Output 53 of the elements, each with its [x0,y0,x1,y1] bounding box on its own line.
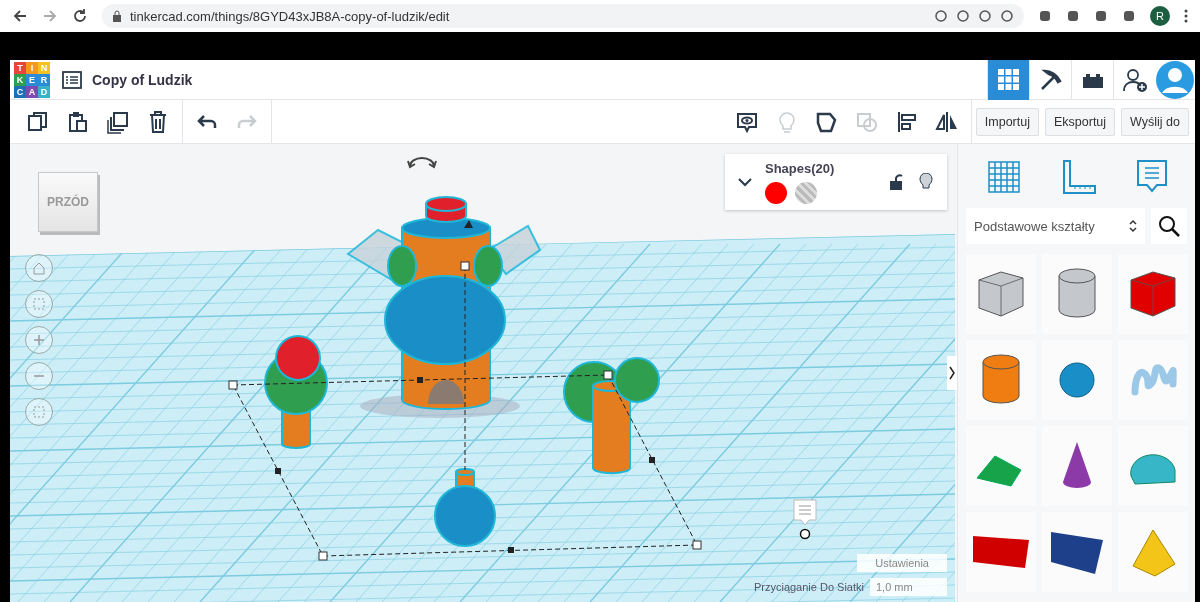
lightbulb-icon[interactable] [919,173,933,191]
shape-tile[interactable] [966,426,1036,506]
address-bar[interactable]: tinkercad.com/things/8GYD43xJB8A-copy-of-ludzik/edit [102,4,1024,28]
shape-tile[interactable] [1118,340,1188,420]
url-text: tinkercad.com/things/8GYD43xJB8A-copy-of-ludzik/edit [130,8,450,24]
profile-avatar[interactable]: R [1150,6,1170,26]
settings-button[interactable]: Ustawienia [857,554,947,572]
grid-icon[interactable] [996,67,1021,92]
shape-tile[interactable] [1042,512,1112,592]
shape-tile[interactable] [1042,254,1112,334]
copy-icon[interactable] [26,109,50,134]
grid-icon[interactable] [985,159,1022,195]
shape-tile[interactable] [1118,512,1188,592]
design-title[interactable]: Copy of Ludzik [92,71,987,88]
panel-toggle[interactable] [947,356,957,390]
unlocked-icon[interactable] [889,174,903,190]
user-avatar[interactable] [1155,59,1195,100]
inspector-title: Shapes(20) [765,160,835,176]
shape-tile[interactable] [1118,426,1188,506]
shape-tile[interactable] [1042,340,1112,420]
list-icon[interactable] [62,70,82,89]
toolbar-action-button[interactable]: Eksportuj [1045,107,1116,136]
solid-color-swatch[interactable] [765,181,787,204]
shape-tile[interactable] [966,254,1036,334]
reload-icon[interactable] [72,8,88,24]
hole-swatch[interactable] [795,181,817,204]
category-dropdown[interactable]: Podstawowe kształty [966,208,1145,244]
search-button[interactable] [1151,208,1187,244]
shape-tile[interactable] [966,512,1036,592]
mirror-icon[interactable] [934,109,959,134]
grid-view-button[interactable] [987,59,1029,100]
lock-icon [112,10,122,22]
add-user-icon[interactable] [1121,66,1148,93]
toolbar-action-button[interactable]: Wyślij do [1121,107,1189,136]
menu-icon[interactable] [1184,9,1188,23]
shape-tile[interactable] [966,340,1036,420]
duplicate-icon[interactable] [106,109,130,134]
snap-grid-label: Przyciąganie Do Siatki [753,581,864,593]
note-pin-icon[interactable] [793,499,817,540]
back-icon[interactable] [12,8,28,24]
rotate-arrow-icon[interactable] [407,157,437,169]
shape-tile[interactable] [1042,426,1112,506]
snap-grid-dropdown[interactable]: 1,0 mm [870,578,947,596]
selection-frame[interactable] [228,261,702,561]
tinkercad-logo[interactable]: T I N K E R C A D [14,61,50,98]
updown-arrows-icon[interactable] [1129,219,1137,233]
toolbar-action-button[interactable]: Importuj [975,107,1039,136]
paste-icon[interactable] [66,109,90,134]
chevron-down-icon[interactable] [738,177,752,187]
shape-tile[interactable] [1118,254,1188,334]
ruler-icon[interactable] [1060,159,1097,195]
search-icon[interactable] [1158,215,1180,237]
chevron-right-icon[interactable] [949,366,955,380]
